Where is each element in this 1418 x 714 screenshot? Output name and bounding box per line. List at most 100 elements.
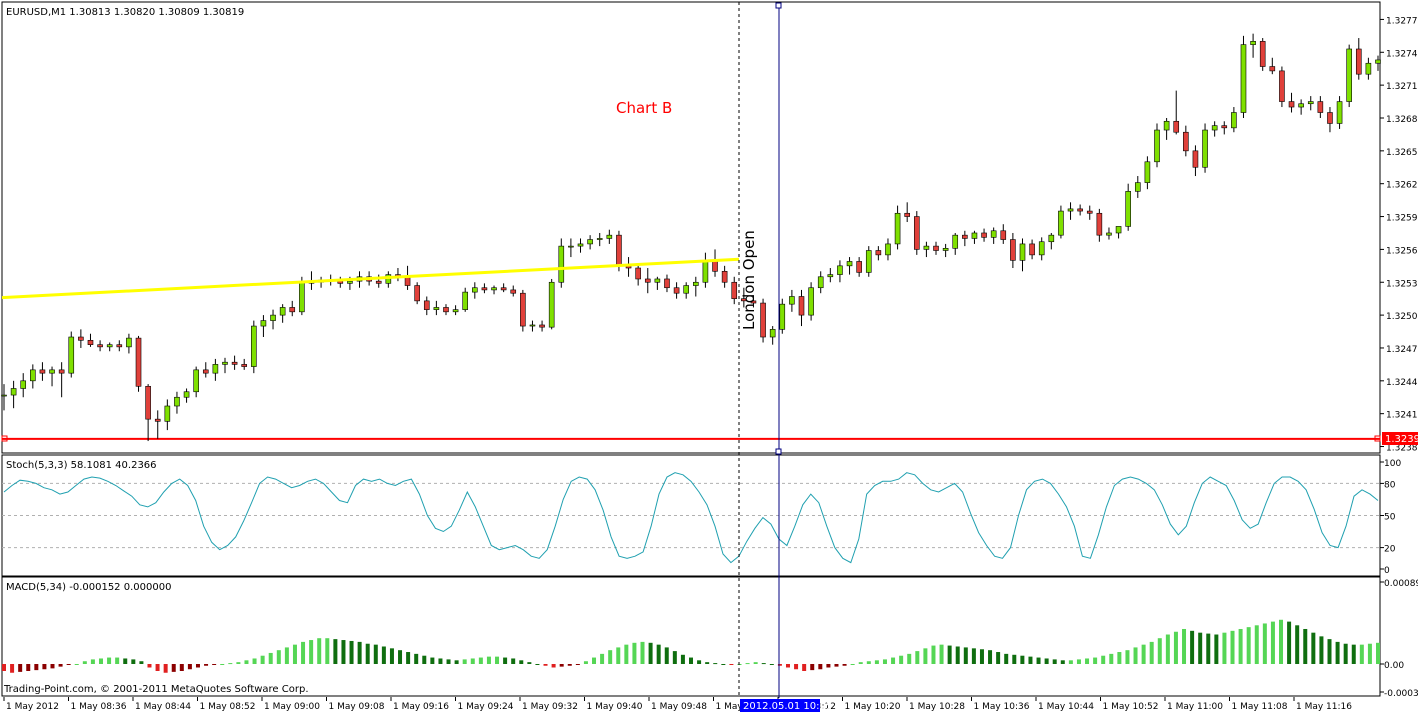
macd-bar [260,655,265,664]
macd-bar [171,664,176,672]
macd-bar [252,658,257,664]
macd-bar [398,650,403,664]
candle-body [1240,44,1247,113]
macd-bar [979,649,984,664]
candle-body [135,337,142,387]
candle-body [760,302,766,338]
macd-bar [365,643,370,664]
vline-handle-bottom[interactable] [775,448,782,455]
candle-body [375,280,382,284]
macd-bar [794,664,799,670]
candle-body [68,336,75,374]
candle-body [347,280,353,284]
macd-bar [1109,653,1114,664]
macd-bar [333,639,338,664]
macd-bar [1343,643,1348,664]
macd-bar [1222,632,1227,664]
macd-bar [58,664,63,667]
candle-body [1173,120,1180,133]
price-axis-label: 1.32745 [1386,49,1418,59]
macd-bar [155,664,160,671]
macd-bar [923,648,928,664]
candle-body [1125,191,1131,227]
price-axis-label: 1.32385 [1386,444,1418,454]
candle-body [923,245,930,250]
time-axis-label: 1 May 09:24 [458,702,514,712]
stoch-panel-header: Stoch(5,3,3) 58.1081 40.2366 [6,460,157,471]
macd-bar [551,664,556,668]
macd-bar [139,661,144,664]
candle-body [894,212,901,245]
macd-bar [204,664,209,666]
macd-bar [1262,623,1267,664]
price-axis-label: 1.32625 [1386,181,1418,191]
macd-bar [1165,634,1170,664]
macd-bar [228,663,233,665]
time-axis-label: 1 May 09:48 [651,702,707,712]
candle-body [1231,112,1237,129]
macd-bar [656,644,661,664]
macd-bar [664,647,669,664]
macd-bar [721,664,726,665]
macd-bar [1198,632,1203,664]
stoch-axis-label: 100 [1384,459,1401,469]
candle-body [1183,131,1189,152]
price-axis-label: 1.32565 [1386,246,1418,256]
macd-bar [1190,630,1195,664]
macd-bar [882,659,887,664]
macd-bar [519,660,524,664]
candle-body [548,281,555,328]
candle-body [856,261,862,273]
candle-body [433,307,440,310]
candle-body [1317,101,1324,113]
macd-bar [284,647,289,664]
macd-bar [1125,650,1130,664]
macd-bar [486,656,491,664]
macd-panel-header: MACD(5,34) -0.000152 0.000000 [6,582,171,593]
candle-body [1038,241,1045,256]
candle-body [673,287,680,294]
candle-body [1192,150,1199,168]
time-axis-label: 1 May 09:00 [264,702,320,712]
candle-body [1,394,7,397]
macd-bar [26,664,31,671]
macd-bar [422,655,427,664]
candle-body [779,303,786,330]
price-axis-label: 1.32415 [1386,411,1418,421]
macd-bar [1376,642,1380,664]
macd-bar [947,645,952,664]
macd-bar [705,662,710,664]
candle-body [731,281,738,299]
mt4-chart-window[interactable]: 1.32775 1.32745 1.32715 1.32685 1.32655 1.326… [0,0,1418,714]
vline-handle-top[interactable] [775,2,782,9]
candle-body [1106,232,1112,236]
macd-bar [971,648,976,664]
macd-bar [2,664,6,671]
macd-bar [98,658,103,664]
macd-bar [680,654,685,664]
price-axis-label: 1.32445 [1386,378,1418,388]
candle-body [231,361,238,365]
macd-bar [1085,658,1090,664]
macd-bar [1028,656,1033,664]
macd-axis-label: -0.00032 [1384,689,1418,699]
candle-body [1298,103,1304,108]
candle-body [1336,101,1343,124]
macd-bar [640,641,645,664]
macd-bar [478,657,483,664]
macd-bar [866,661,871,664]
candle-body [299,281,305,313]
candle-body [1019,243,1026,261]
macd-bar [325,638,330,664]
candle-body [481,287,488,291]
candle-body [212,364,219,374]
macd-bar [50,664,55,669]
candle-body [577,243,584,247]
candle-body [491,287,497,291]
macd-bar [1173,631,1178,664]
candle-body [183,391,190,398]
candle-body [462,291,469,310]
crosshair-time-label: 2012.05.01 10:05 [743,701,832,712]
candle-body [1048,234,1055,243]
macd-bar [874,660,879,664]
